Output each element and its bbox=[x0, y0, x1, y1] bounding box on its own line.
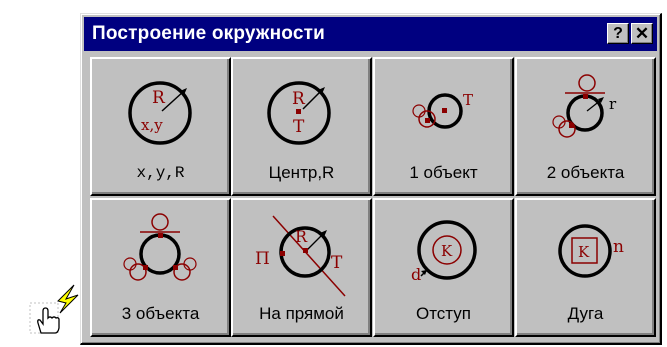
circle-one-object-icon: T bbox=[412, 91, 473, 129]
glyph-label-t: T bbox=[331, 253, 343, 273]
window-title: Построение окружности bbox=[92, 23, 325, 44]
circle-center-radius-button[interactable]: R T Центр,R bbox=[231, 57, 372, 196]
glyph-label-r: R bbox=[295, 227, 308, 246]
button-label: Дуга bbox=[567, 304, 604, 323]
circle-on-line-button[interactable]: R П T На прямой bbox=[231, 198, 372, 337]
circle-three-objects-icon bbox=[123, 213, 197, 281]
help-button[interactable]: ? bbox=[607, 23, 629, 44]
circle-by-xyr-button[interactable]: R x,y x,y,R bbox=[90, 57, 231, 196]
circle-one-object-button[interactable]: T 1 объект bbox=[373, 57, 514, 196]
circle-offset-button[interactable]: K d Отступ bbox=[373, 198, 514, 337]
circle-three-objects-button[interactable]: 3 объекта bbox=[90, 198, 231, 337]
glyph-label-p: П bbox=[255, 249, 270, 269]
button-label: 2 объекта bbox=[546, 163, 625, 182]
glyph-label-n: n bbox=[613, 237, 624, 257]
button-label: x,y,R bbox=[136, 164, 185, 182]
glyph-label-t: T bbox=[293, 117, 305, 137]
close-button[interactable]: ✕ bbox=[631, 23, 653, 44]
glyph-label-k: K bbox=[578, 243, 590, 261]
glyph-label-k: K bbox=[441, 242, 453, 260]
glyph-label-d: d bbox=[411, 265, 421, 284]
button-label: Центр,R bbox=[268, 163, 335, 182]
title-bar[interactable]: Построение окружности ? ✕ bbox=[84, 17, 657, 51]
glyph-label-xy: x,y bbox=[141, 116, 163, 134]
button-label: 3 объекта bbox=[121, 304, 200, 323]
circle-arc-button[interactable]: K n Дуга bbox=[515, 198, 656, 337]
button-label: Отступ bbox=[415, 304, 471, 323]
glyph-label-t: T bbox=[463, 91, 473, 109]
button-label: 1 объект bbox=[409, 163, 478, 182]
glyph-label-r: R bbox=[152, 88, 166, 108]
glyph-label-r: R bbox=[292, 89, 306, 109]
glyph-label-r: r bbox=[609, 95, 617, 113]
circle-on-line-icon: R П T bbox=[255, 215, 346, 297]
circle-two-objects-button[interactable]: r 2 объекта bbox=[515, 57, 656, 196]
circle-arc-icon: K n bbox=[558, 224, 624, 278]
circle-center-radius-icon: R T bbox=[267, 81, 331, 145]
circle-xyr-icon: R x,y bbox=[128, 81, 192, 145]
tool-button-grid: R x,y x,y,R R T Центр,R T 1 объект r 2 о… bbox=[90, 57, 656, 337]
circle-offset-icon: K d bbox=[411, 220, 477, 284]
button-label: На прямой bbox=[259, 304, 344, 323]
circle-construction-window: Построение окружности ? ✕ R x,y x,y,R R bbox=[80, 13, 662, 345]
hand-cursor-lightning-icon bbox=[28, 283, 80, 337]
circle-two-objects-icon: r bbox=[552, 74, 617, 138]
